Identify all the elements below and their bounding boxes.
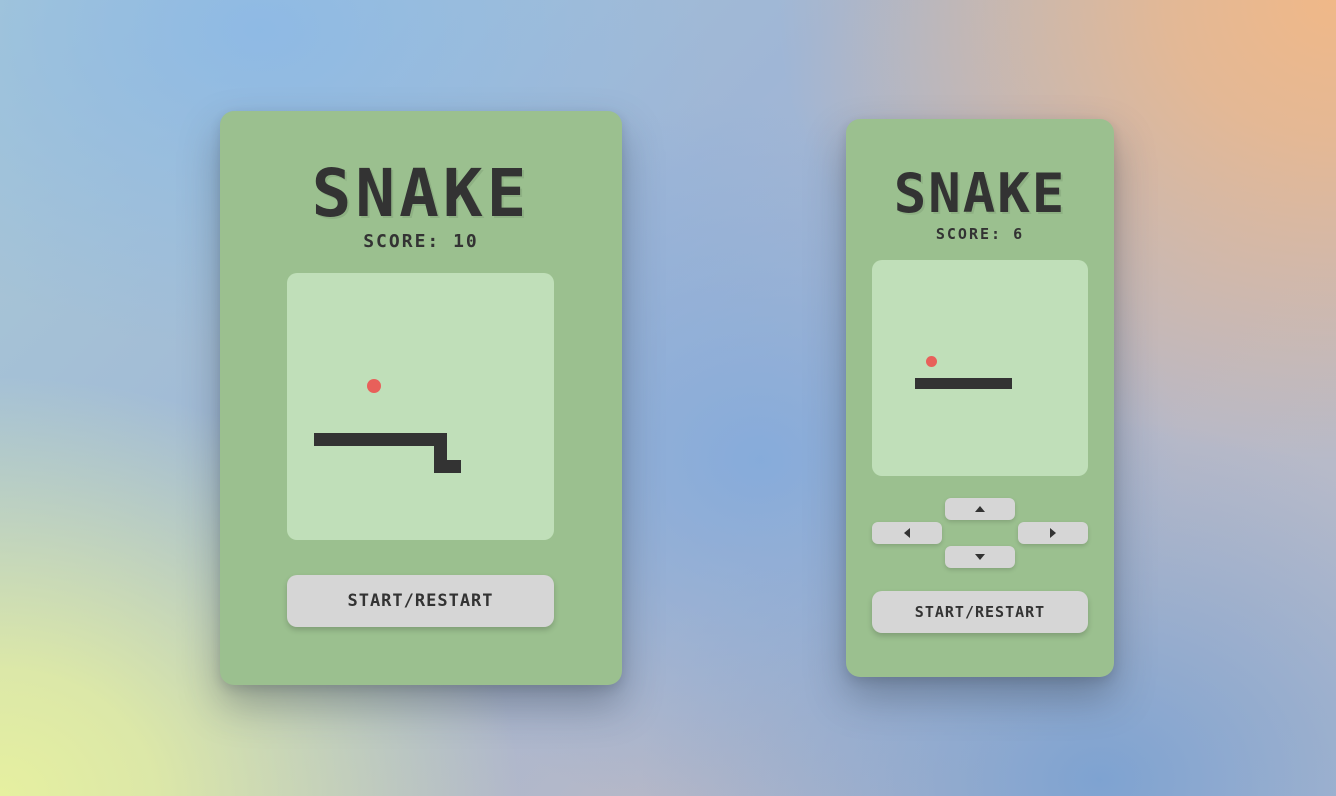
score-display: SCORE: 10 [363,231,479,252]
game-title: SNAKE [311,155,531,232]
food-pellet [926,356,937,367]
dpad-down-button[interactable] [945,546,1015,568]
dpad-right-button[interactable] [1018,522,1088,544]
arrow-up-icon [975,506,985,512]
desktop-game-card: SNAKE SCORE: 10 START/RESTART [220,111,622,685]
dpad-up-button[interactable] [945,498,1015,520]
dpad-left-button[interactable] [872,522,942,544]
game-title: SNAKE [893,162,1067,225]
score-display: SCORE: 6 [935,225,1025,243]
arrow-left-icon [904,528,910,538]
food-pellet [367,379,381,393]
snake-body [915,378,1012,389]
start-restart-button[interactable]: START/RESTART [287,575,554,627]
arrow-down-icon [975,554,985,560]
snake-segment-horizontal [314,433,447,446]
arrow-right-icon [1050,528,1056,538]
mobile-game-card: SNAKE SCORE: 6 START/RESTART [846,119,1114,677]
start-restart-button[interactable]: START/RESTART [872,591,1088,633]
snake-segment-tail [434,460,461,473]
game-board[interactable] [872,260,1088,476]
game-board[interactable] [287,273,554,540]
